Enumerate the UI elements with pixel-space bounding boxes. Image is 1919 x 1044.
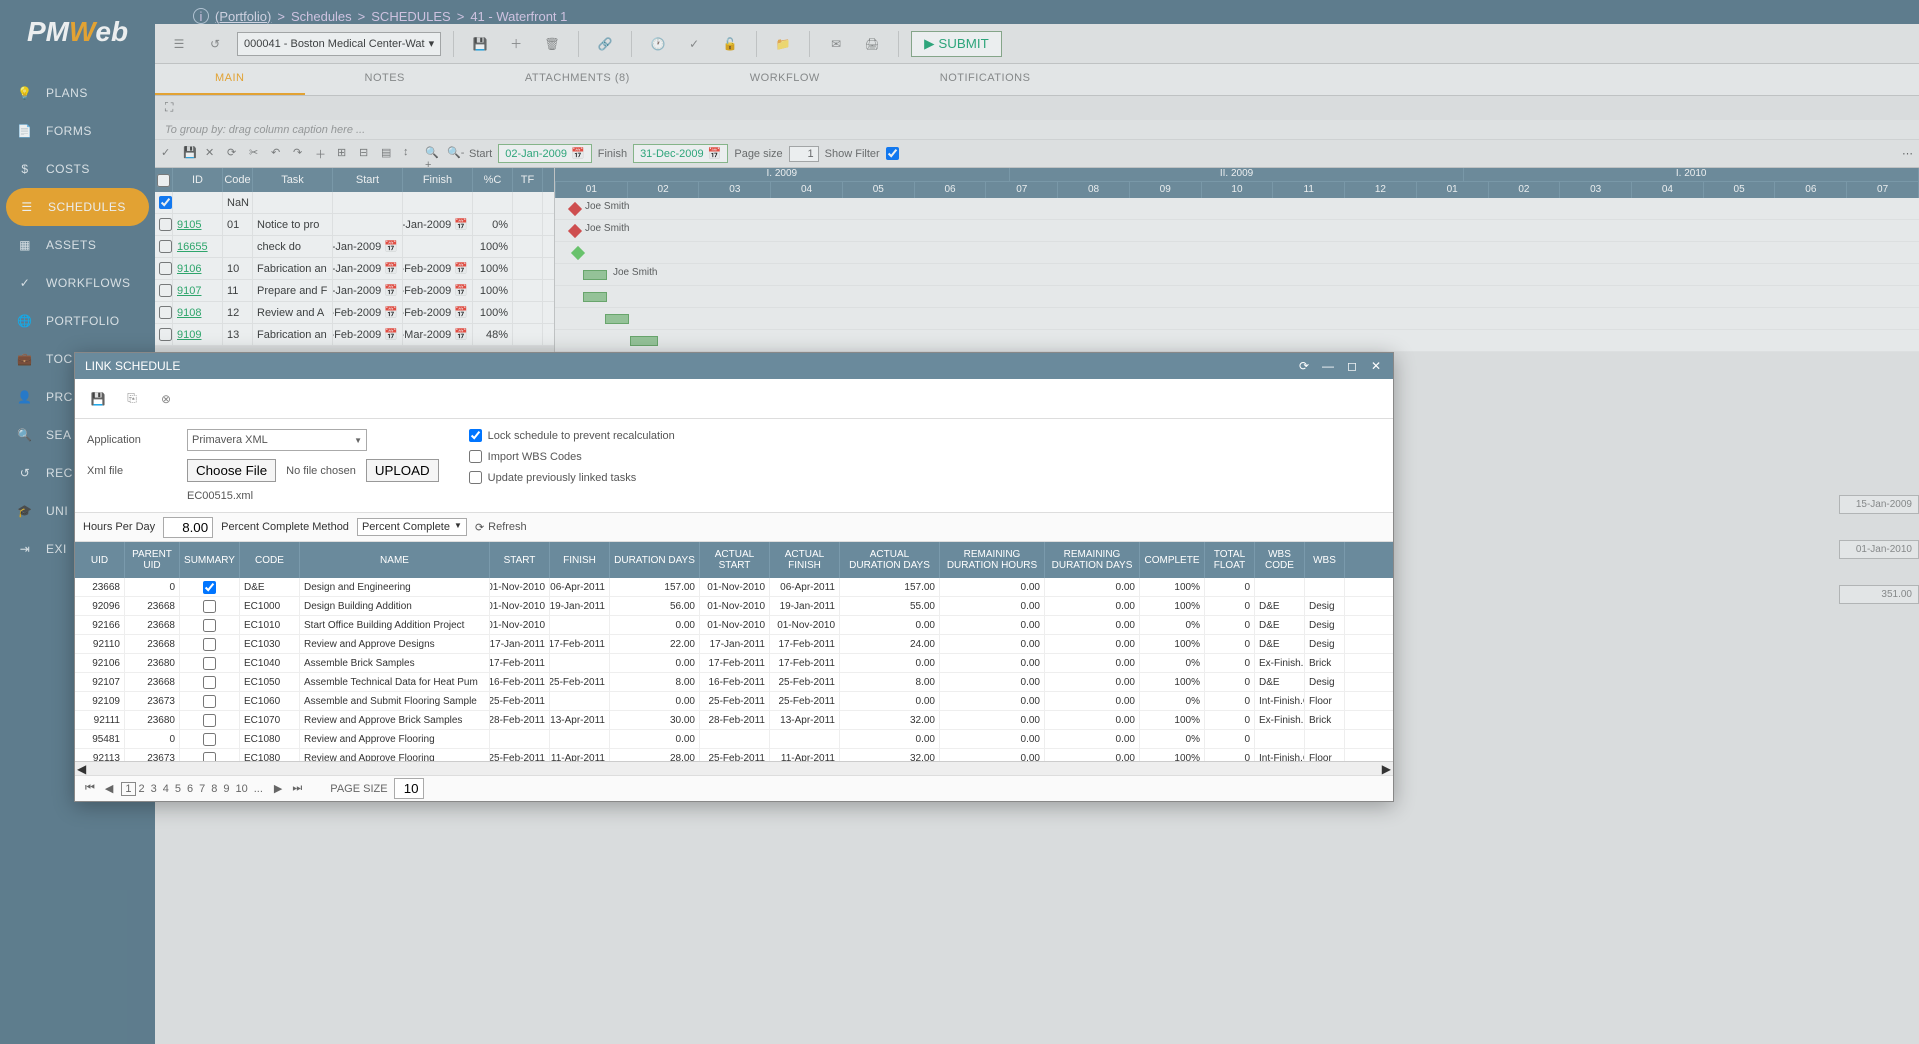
modal-grid-body: 23668 0 D&E Design and Engineering 01-No… (75, 578, 1393, 761)
modal-col-header[interactable]: FINISH (550, 542, 610, 578)
modal-col-header[interactable]: REMAINING DURATION DAYS (1045, 542, 1140, 578)
modal-titlebar: LINK SCHEDULE ⟳ — ◻ ✕ (75, 353, 1393, 379)
pcm-label: Percent Complete Method (221, 521, 349, 533)
lock-schedule-checkbox[interactable] (469, 429, 482, 442)
modal-table-row[interactable]: 92110 23668 EC1030 Review and Approve De… (75, 635, 1393, 654)
modal-save-icon[interactable]: 💾 (87, 388, 109, 410)
modal-grid-header: UIDPARENT UIDSUMMARYCODENAMESTARTFINISHD… (75, 542, 1393, 578)
modal-table-row[interactable]: 23668 0 D&E Design and Engineering 01-No… (75, 578, 1393, 597)
modal-cancel-icon[interactable]: ⊗ (155, 388, 177, 410)
modal-toolbar: 💾 ⎘ ⊗ (75, 379, 1393, 419)
refresh-window-icon[interactable]: ⟳ (1297, 359, 1311, 373)
summary-checkbox[interactable] (203, 752, 216, 762)
modal-col-header[interactable]: COMPLETE (1140, 542, 1205, 578)
filename-text: EC00515.xml (187, 490, 253, 502)
import-wbs-checkbox[interactable] (469, 450, 482, 463)
modal-table-row[interactable]: 95481 0 EC1080 Review and Approve Floori… (75, 730, 1393, 749)
modal-col-header[interactable]: WBS (1305, 542, 1345, 578)
next-page-icon[interactable]: ▶ (272, 782, 284, 795)
upload-button[interactable]: UPLOAD (366, 459, 439, 482)
modal-col-header[interactable]: SUMMARY (180, 542, 240, 578)
summary-checkbox[interactable] (203, 733, 216, 746)
update-linked-checkbox[interactable] (469, 471, 482, 484)
modal-col-header[interactable]: ACTUAL DURATION DAYS (840, 542, 940, 578)
page-number[interactable]: 4 (160, 783, 172, 795)
modal-form: Application Primavera XML Xml file Choos… (75, 419, 1393, 512)
first-page-icon[interactable]: ⏮ (83, 782, 97, 795)
hours-per-day-input[interactable] (163, 517, 213, 538)
minimize-icon[interactable]: — (1321, 359, 1335, 373)
summary-checkbox[interactable] (203, 676, 216, 689)
application-select[interactable]: Primavera XML (187, 429, 367, 451)
summary-checkbox[interactable] (203, 600, 216, 613)
modal-col-header[interactable]: DURATION DAYS (610, 542, 700, 578)
import-wbs-label: Import WBS Codes (488, 451, 582, 463)
page-number[interactable]: ... (251, 783, 266, 795)
modal-export-icon[interactable]: ⎘ (121, 388, 143, 410)
page-number[interactable]: 10 (233, 783, 251, 795)
application-label: Application (87, 434, 177, 446)
summary-checkbox[interactable] (203, 581, 216, 594)
modal-table-row[interactable]: 92109 23673 EC1060 Assemble and Submit F… (75, 692, 1393, 711)
summary-checkbox[interactable] (203, 695, 216, 708)
modal-grid-toolbar: Hours Per Day Percent Complete Method Pe… (75, 512, 1393, 542)
page-number[interactable]: 1 (121, 782, 135, 796)
modal-table-row[interactable]: 92166 23668 EC1010 Start Office Building… (75, 616, 1393, 635)
summary-checkbox[interactable] (203, 638, 216, 651)
modal-table-row[interactable]: 92107 23668 EC1050 Assemble Technical Da… (75, 673, 1393, 692)
summary-checkbox[interactable] (203, 657, 216, 670)
page-number[interactable]: 8 (208, 783, 220, 795)
page-number[interactable]: 7 (196, 783, 208, 795)
modal-col-header[interactable]: UID (75, 542, 125, 578)
modal-title: LINK SCHEDULE (85, 359, 180, 373)
modal-col-header[interactable]: ACTUAL START (700, 542, 770, 578)
modal-col-header[interactable]: REMAINING DURATION HOURS (940, 542, 1045, 578)
page-number[interactable]: 2 (136, 783, 148, 795)
horizontal-scrollbar[interactable]: ◀▶ (75, 761, 1393, 775)
no-file-text: No file chosen (286, 465, 356, 477)
lock-schedule-label: Lock schedule to prevent recalculation (488, 430, 675, 442)
link-schedule-modal: LINK SCHEDULE ⟳ — ◻ ✕ 💾 ⎘ ⊗ Application … (74, 352, 1394, 802)
modal-table-row[interactable]: 92096 23668 EC1000 Design Building Addit… (75, 597, 1393, 616)
pcm-select[interactable]: Percent Complete (357, 518, 467, 536)
page-size-input[interactable] (394, 778, 424, 799)
summary-checkbox[interactable] (203, 714, 216, 727)
close-icon[interactable]: ✕ (1369, 359, 1383, 373)
modal-col-header[interactable]: CODE (240, 542, 300, 578)
modal-table-row[interactable]: 92111 23680 EC1070 Review and Approve Br… (75, 711, 1393, 730)
page-size-label: PAGE SIZE (330, 783, 387, 795)
last-page-icon[interactable]: ⏭ (290, 782, 304, 795)
modal-table-row[interactable]: 92113 23673 EC1080 Review and Approve Fl… (75, 749, 1393, 761)
modal-col-header[interactable]: PARENT UID (125, 542, 180, 578)
refresh-button[interactable]: ⟳ Refresh (475, 521, 527, 534)
page-number[interactable]: 9 (220, 783, 232, 795)
page-number[interactable]: 6 (184, 783, 196, 795)
prev-page-icon[interactable]: ◀ (103, 782, 115, 795)
modal-col-header[interactable]: NAME (300, 542, 490, 578)
page-number[interactable]: 5 (172, 783, 184, 795)
modal-col-header[interactable]: WBS CODE (1255, 542, 1305, 578)
update-linked-label: Update previously linked tasks (488, 472, 637, 484)
xml-file-label: Xml file (87, 465, 177, 477)
page-number[interactable]: 3 (148, 783, 160, 795)
modal-table-row[interactable]: 92106 23680 EC1040 Assemble Brick Sample… (75, 654, 1393, 673)
choose-file-button[interactable]: Choose File (187, 459, 276, 482)
hours-per-day-label: Hours Per Day (83, 521, 155, 533)
modal-col-header[interactable]: TOTAL FLOAT (1205, 542, 1255, 578)
summary-checkbox[interactable] (203, 619, 216, 632)
modal-col-header[interactable]: ACTUAL FINISH (770, 542, 840, 578)
pager: ⏮ ◀ 12345678910... ▶ ⏭ PAGE SIZE (75, 775, 1393, 801)
maximize-icon[interactable]: ◻ (1345, 359, 1359, 373)
modal-col-header[interactable]: START (490, 542, 550, 578)
